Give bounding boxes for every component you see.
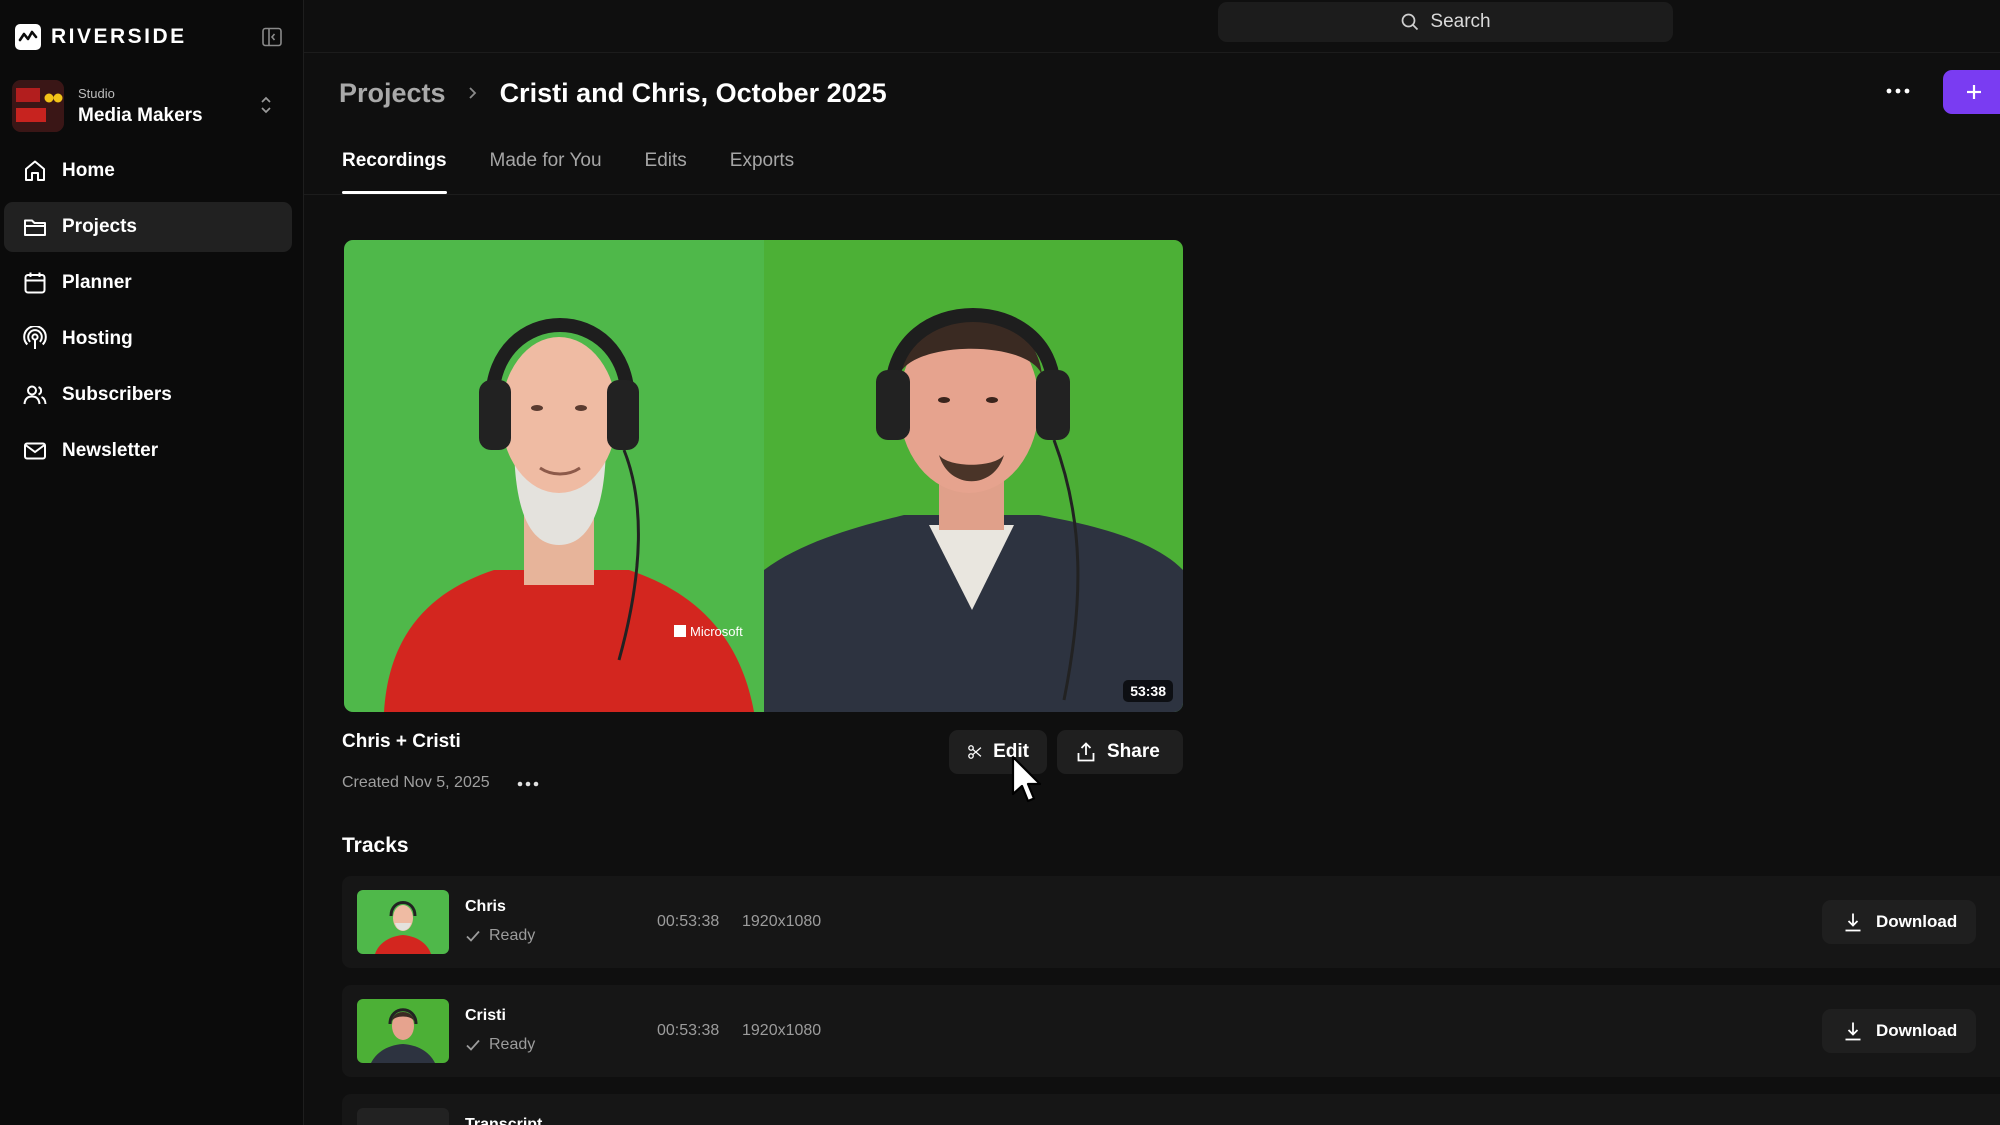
sidebar-item-hosting[interactable]: Hosting bbox=[4, 314, 292, 364]
brand-name: RIVERSIDE bbox=[51, 25, 187, 48]
sidebar: RIVERSIDE Studio Media Makers Home Proje… bbox=[0, 0, 304, 1125]
recording-more-button[interactable] bbox=[514, 774, 542, 794]
edit-button[interactable]: Edit bbox=[949, 730, 1047, 774]
create-new-button[interactable] bbox=[1943, 70, 2000, 114]
track-resolution: 1920x1080 bbox=[742, 1022, 822, 1039]
track-row[interactable]: Chris Ready 00:53:38 1920x1080 Download bbox=[342, 876, 2000, 968]
studio-label: Studio bbox=[78, 85, 115, 101]
podcast-icon bbox=[23, 326, 47, 349]
track-duration: 00:53:38 bbox=[657, 913, 720, 930]
tab-edits[interactable]: Edits bbox=[645, 150, 687, 194]
track-row[interactable]: Cristi Ready 00:53:38 1920x1080 Download bbox=[342, 985, 2000, 1077]
sidebar-item-label: Home bbox=[62, 160, 115, 181]
download-button-label: Download bbox=[1876, 1021, 1958, 1040]
sidebar-item-label: Planner bbox=[62, 272, 132, 293]
sidebar-toggle-icon bbox=[262, 27, 282, 47]
sidebar-item-subscribers[interactable]: Subscribers bbox=[4, 370, 292, 420]
search-placeholder: Search bbox=[1430, 11, 1491, 32]
sidebar-item-label: Projects bbox=[62, 216, 137, 237]
logo-mark-icon bbox=[15, 24, 41, 50]
calendar-icon bbox=[24, 272, 46, 294]
track-thumbnail bbox=[357, 890, 449, 954]
track-status: Ready bbox=[465, 927, 535, 945]
tab-recordings[interactable]: Recordings bbox=[342, 150, 447, 194]
studio-avatar bbox=[12, 80, 64, 132]
page-title: Cristi and Chris, October 2025 bbox=[499, 77, 887, 108]
track-status-label: Ready bbox=[489, 1036, 536, 1053]
tracks-heading: Tracks bbox=[342, 834, 409, 857]
track-name: Chris bbox=[465, 898, 506, 915]
sidebar-item-home[interactable]: Home bbox=[4, 146, 292, 196]
track-status: Ready bbox=[465, 1036, 535, 1054]
home-icon bbox=[25, 160, 45, 181]
share-icon bbox=[1077, 742, 1095, 762]
sidebar-item-label: Subscribers bbox=[62, 384, 172, 405]
sidebar-item-planner[interactable]: Planner bbox=[4, 258, 292, 308]
search-icon bbox=[1402, 13, 1419, 31]
track-row-transcript[interactable]: Transcript bbox=[342, 1094, 2000, 1125]
check-icon bbox=[466, 930, 480, 942]
collapse-sidebar-button[interactable] bbox=[257, 24, 287, 50]
participant-video-cristi bbox=[764, 240, 1183, 712]
track-resolution: 1920x1080 bbox=[742, 913, 822, 930]
share-button-label: Share bbox=[1107, 741, 1160, 762]
shirt-logo: Microsoft bbox=[690, 624, 743, 639]
track-thumbnail bbox=[357, 1108, 449, 1125]
download-icon bbox=[1845, 913, 1861, 932]
track-duration: 00:53:38 bbox=[657, 1022, 720, 1039]
track-thumbnail bbox=[357, 999, 449, 1063]
project-more-button[interactable] bbox=[1882, 80, 1914, 102]
check-icon bbox=[466, 1039, 480, 1051]
breadcrumb-projects-link[interactable]: Projects bbox=[339, 78, 446, 109]
download-button-label: Download bbox=[1876, 912, 1958, 931]
sidebar-item-newsletter[interactable]: Newsletter bbox=[4, 426, 292, 476]
download-button[interactable]: Download bbox=[1822, 1009, 1976, 1053]
track-name: Cristi bbox=[465, 1007, 506, 1024]
search-input[interactable]: Search bbox=[1218, 2, 1673, 42]
sidebar-item-label: Newsletter bbox=[62, 440, 159, 461]
mail-icon bbox=[24, 442, 46, 460]
project-tabs: Recordings Made for You Edits Exports bbox=[342, 150, 794, 194]
video-duration: 53:38 bbox=[1123, 680, 1173, 702]
plus-icon bbox=[1967, 85, 1981, 99]
riverside-logo[interactable]: RIVERSIDE bbox=[15, 24, 187, 50]
sidebar-nav: Home Projects Planner Hosting Subscriber… bbox=[0, 146, 304, 482]
track-status-label: Ready bbox=[489, 927, 536, 944]
download-icon bbox=[1845, 1022, 1861, 1041]
chevron-up-down-icon bbox=[258, 94, 274, 121]
tab-exports[interactable]: Exports bbox=[730, 150, 794, 194]
edit-button-label: Edit bbox=[993, 741, 1029, 762]
breadcrumb: Projects Cristi and Chris, October 2025 bbox=[339, 75, 887, 111]
download-button[interactable]: Download bbox=[1822, 900, 1976, 944]
more-horizontal-icon bbox=[517, 781, 539, 787]
tabs-divider bbox=[304, 194, 2000, 195]
recording-title: Chris + Cristi bbox=[342, 731, 461, 752]
share-button[interactable]: Share bbox=[1057, 730, 1183, 774]
users-icon bbox=[23, 385, 47, 405]
tab-made-for-you[interactable]: Made for You bbox=[490, 150, 602, 194]
studio-switcher[interactable]: Studio Media Makers bbox=[12, 80, 288, 132]
sidebar-item-projects[interactable]: Projects bbox=[4, 202, 292, 252]
header-divider bbox=[304, 52, 2000, 53]
participant-video-chris: Microsoft bbox=[344, 240, 764, 712]
scissors-icon bbox=[968, 745, 982, 759]
folder-icon bbox=[24, 219, 46, 236]
sidebar-item-label: Hosting bbox=[62, 328, 133, 349]
more-horizontal-icon bbox=[1886, 88, 1910, 94]
chevron-right-icon bbox=[468, 87, 476, 99]
recording-video-preview[interactable]: Microsoft 53:38 bbox=[344, 240, 1183, 712]
recording-created-date: Created Nov 5, 2025 bbox=[342, 774, 490, 791]
track-name: Transcript bbox=[465, 1116, 543, 1125]
studio-name: Media Makers bbox=[78, 104, 203, 126]
